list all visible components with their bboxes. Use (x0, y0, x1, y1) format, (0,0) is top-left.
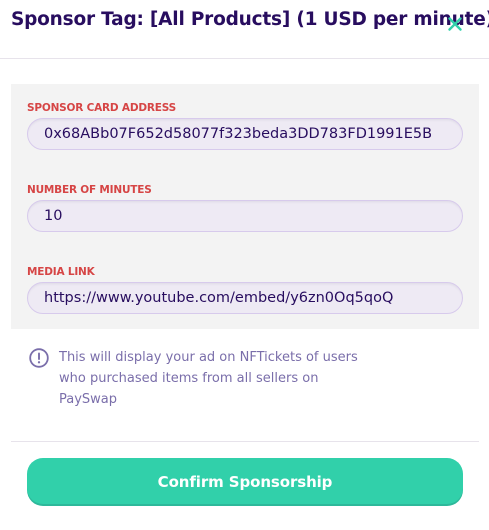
sponsor-form: SPONSOR CARD ADDRESS NUMBER OF MINUTES M… (11, 84, 479, 329)
sponsor-card-address-input[interactable] (27, 118, 463, 150)
number-of-minutes-label: NUMBER OF MINUTES (27, 184, 152, 196)
footer-divider (11, 441, 479, 442)
media-link-label: MEDIA LINK (27, 266, 95, 278)
confirm-sponsorship-button[interactable]: Confirm Sponsorship (27, 458, 463, 506)
close-button[interactable] (443, 12, 467, 36)
sponsor-card-address-label: SPONSOR CARD ADDRESS (27, 102, 176, 114)
modal-header: Sponsor Tag: [All Products] (1 USD per m… (0, 0, 489, 59)
info-text: This will display your ad on NFTickets o… (59, 350, 358, 407)
modal-title: Sponsor Tag: [All Products] (1 USD per m… (11, 9, 489, 30)
info-circle-icon (29, 348, 49, 368)
close-icon (448, 17, 462, 31)
media-link-input[interactable] (27, 282, 463, 314)
number-of-minutes-input[interactable] (27, 200, 463, 232)
